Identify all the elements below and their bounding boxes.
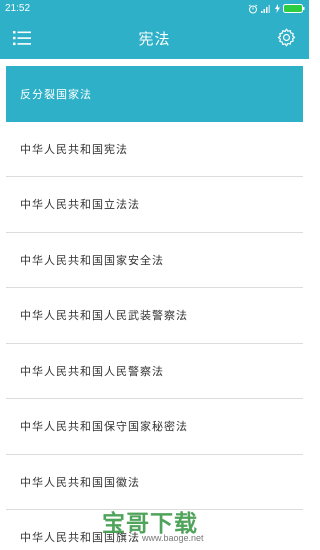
list-item-label: 中华人民共和国国家安全法	[20, 253, 164, 267]
status-time: 21:52	[5, 3, 31, 14]
law-list: 反分裂国家法 中华人民共和国宪法 中华人民共和国立法法 中华人民共和国国家安全法…	[6, 66, 303, 550]
list-item[interactable]: 中华人民共和国立法法	[6, 177, 303, 233]
list-item[interactable]: 中华人民共和国国家安全法	[6, 232, 303, 288]
list-item-label: 中华人民共和国国旗法	[20, 531, 140, 545]
list-item-label: 中华人民共和国国徽法	[20, 475, 140, 489]
list-item-label: 中华人民共和国保守国家秘密法	[20, 420, 188, 434]
list-item-label: 中华人民共和国人民警察法	[20, 364, 164, 378]
list-item-label: 中华人民共和国宪法	[20, 142, 128, 156]
list-item[interactable]: 中华人民共和国人民警察法	[6, 343, 303, 399]
gear-icon[interactable]	[276, 27, 297, 48]
signal-icon	[261, 5, 270, 13]
list-item[interactable]: 中华人民共和国国徽法	[6, 454, 303, 510]
list-item-label: 反分裂国家法	[20, 87, 92, 101]
charging-icon	[275, 4, 280, 13]
list-item[interactable]: 反分裂国家法	[6, 66, 303, 122]
list-item[interactable]: 中华人民共和国保守国家秘密法	[6, 399, 303, 455]
list-item-label: 中华人民共和国人民武装警察法	[20, 309, 188, 323]
list-item[interactable]: 中华人民共和国宪法	[6, 121, 303, 177]
page-title: 宪法	[138, 30, 171, 48]
list-item-label: 中华人民共和国立法法	[20, 198, 140, 212]
app-bar: 宪法	[0, 17, 309, 59]
battery-icon	[283, 4, 305, 13]
status-icons	[248, 3, 305, 14]
list-item[interactable]: 中华人民共和国国旗法	[6, 510, 303, 550]
list-item[interactable]: 中华人民共和国人民武装警察法	[6, 288, 303, 344]
status-bar: 21:52	[0, 0, 309, 17]
alarm-icon	[248, 4, 258, 13]
